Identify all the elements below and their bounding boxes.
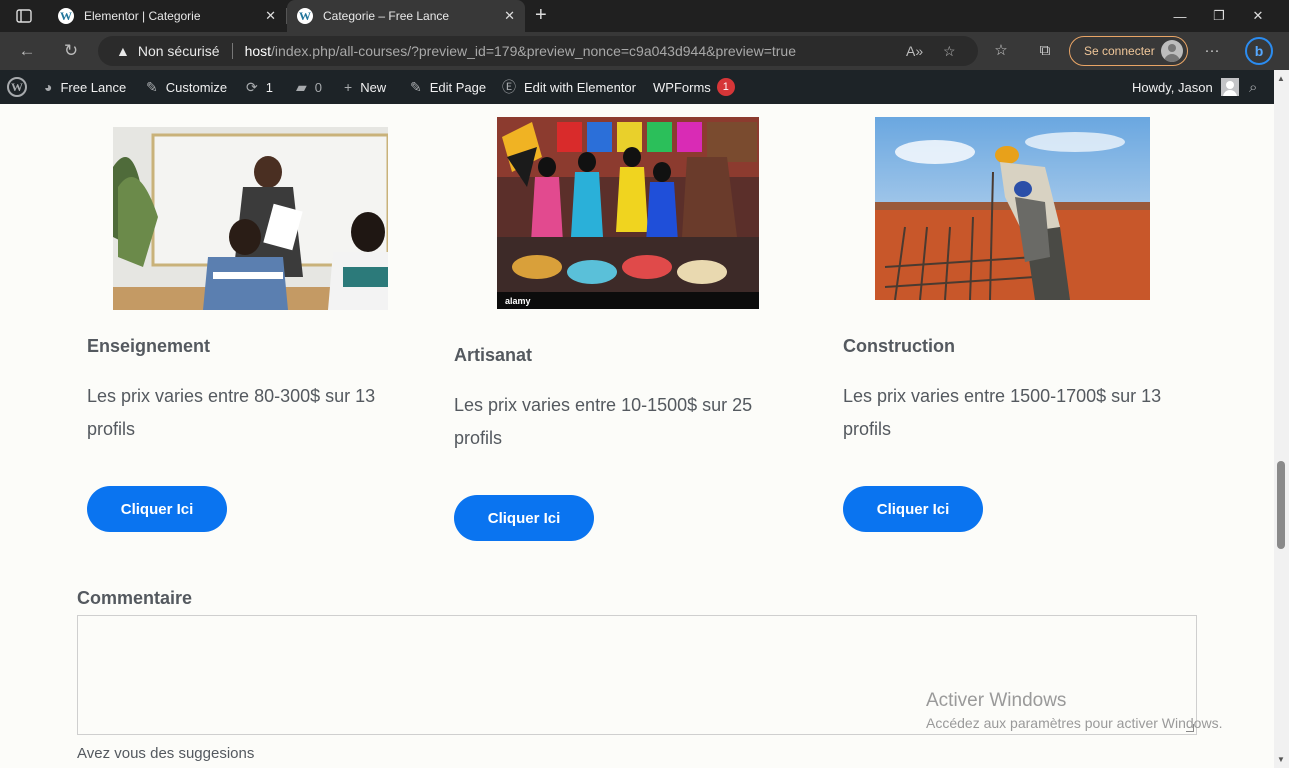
updates-icon: ⟳ [246,78,258,95]
page-scrollbar[interactable]: ▲ ▼ [1274,70,1289,768]
url-path: /index.php/all-courses/?preview_id=179&p… [271,43,796,59]
comment-label: Commentaire [77,588,193,608]
scroll-down-icon[interactable]: ▼ [1277,755,1285,764]
close-tab-icon[interactable]: ✕ [504,9,515,23]
read-aloud-icon[interactable]: A» [906,36,923,66]
construction-image [875,117,1150,300]
tab-title: Categorie – Free Lance [323,9,450,23]
scrollbar-thumb[interactable] [1277,461,1285,549]
pencil-icon: ✎ [410,78,422,95]
plus-icon: + [344,79,353,95]
elementor-icon: Ⓔ [502,79,516,95]
howdy-label: Howdy, Jason [1132,79,1213,95]
edit-elementor-label: Edit with Elementor [524,79,636,95]
url-field[interactable]: ▲ Non sécurisé host /index.php/all-cours… [98,36,978,66]
comment-help-text: Avez vous des suggesions [77,745,255,762]
admin-customize[interactable]: ✎ Customize [146,70,227,104]
admin-edit-elementor[interactable]: Ⓔ Edit with Elementor [502,70,636,104]
back-icon[interactable]: ← [14,38,40,64]
category-description: Les prix varies entre 1500-1700$ sur 13 … [843,386,1162,439]
activation-watermark-subtitle: Accédez aux paramètres pour activer Wind… [926,715,1223,731]
category-button-enseignement[interactable]: Cliquer Ici [87,486,227,532]
url-divider [231,43,233,59]
favorites-icon[interactable]: ☆ [991,41,1011,61]
new-label: New [360,79,387,95]
admin-wpforms[interactable]: WPForms 1 [653,70,735,104]
add-favorite-icon[interactable]: ☆ [943,36,956,66]
admin-updates[interactable]: ⟳ 1 [246,70,273,104]
category-title: Construction [843,336,955,356]
classroom-image [113,127,388,310]
category-description: Les prix varies entre 80-300$ sur 13 pro… [87,386,376,439]
sign-in-label: Se connecter [1084,44,1155,58]
admin-comments[interactable]: ▰ 0 [296,70,322,104]
activation-watermark-title: Activer Windows [926,690,1067,711]
wpforms-badge: 1 [716,78,735,96]
comment-icon: ▰ [296,78,307,95]
new-tab-icon[interactable]: + [535,4,547,26]
comments-count: 0 [314,79,323,95]
category-button-artisanat[interactable]: Cliquer Ici [454,495,594,541]
admin-search[interactable]: ⌕ [1249,70,1257,104]
browser-tab-strip: W Elementor | Categorie ✕ W Categorie – … [0,0,1289,32]
browser-tab-categorie[interactable]: W Categorie – Free Lance ✕ [287,0,525,32]
address-toolbar: ← ↻ ▲ Non sécurisé host /index.php/all-c… [0,32,1289,70]
crafts-market-image: alamy [497,117,759,309]
page-content: Enseignement Les prix varies entre 80-30… [0,104,1274,768]
close-window-icon[interactable]: ✕ [1239,0,1277,32]
admin-edit-page[interactable]: ✎ Edit Page [410,70,486,104]
category-description: Les prix varies entre 10-1500$ sur 25 pr… [454,395,753,448]
updates-count: 1 [265,79,273,95]
admin-site-name[interactable]: ◕ Free Lance [44,70,126,104]
collections-icon[interactable]: ⧉ [1035,41,1055,61]
brush-icon: ✎ [146,78,158,95]
wordpress-icon: W [7,77,27,97]
close-tab-icon[interactable]: ✕ [265,9,276,23]
edit-page-label: Edit Page [429,79,487,95]
user-avatar-icon [1220,78,1239,96]
minimize-icon[interactable]: — [1161,0,1199,32]
category-button-construction[interactable]: Cliquer Ici [843,486,983,532]
sign-in-button[interactable]: Se connecter [1069,36,1188,66]
browser-tab-elementor[interactable]: W Elementor | Categorie ✕ [48,0,287,32]
refresh-icon[interactable]: ↻ [58,38,84,64]
site-name-label: Free Lance [60,79,127,95]
security-label: Non sécurisé [137,43,220,59]
customize-label: Customize [165,79,228,95]
more-menu-icon[interactable]: ··· [1202,41,1222,61]
restore-icon[interactable]: ❐ [1200,0,1238,32]
svg-text:alamy: alamy [505,296,531,306]
profile-avatar-icon [1161,40,1183,62]
wp-admin-bar: W ◕ Free Lance ✎ Customize ⟳ 1 ▰ 0 + New… [0,70,1274,104]
tab-actions-icon[interactable] [8,6,40,26]
wpforms-label: WPForms [653,79,711,95]
scroll-up-icon[interactable]: ▲ [1277,74,1285,83]
admin-new[interactable]: + New [344,70,386,104]
url-host: host [244,43,272,59]
bing-icon[interactable]: b [1245,37,1273,65]
wordpress-icon: W [58,8,74,24]
category-title: Artisanat [454,345,533,365]
warning-icon: ▲ [116,43,130,59]
admin-my-account[interactable]: Howdy, Jason [1132,70,1239,104]
dashboard-icon: ◕ [44,79,53,95]
wordpress-icon: W [297,8,313,24]
search-icon: ⌕ [1249,78,1258,96]
category-title: Enseignement [87,336,211,356]
wp-logo-menu[interactable]: W [7,70,27,104]
tab-title: Elementor | Categorie [84,9,201,23]
